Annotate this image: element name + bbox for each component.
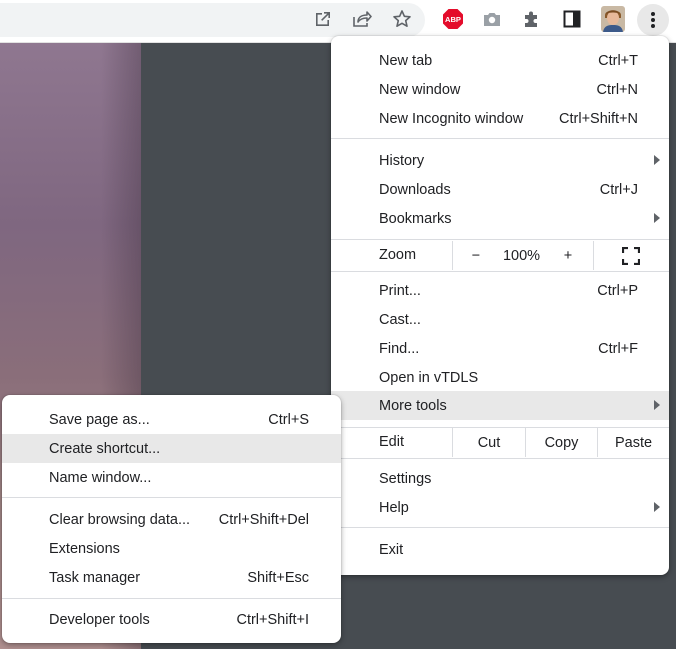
menu-item-label: Print...	[379, 282, 421, 299]
menu-item-shortcut: Ctrl+P	[597, 282, 638, 299]
menu-item-downloads[interactable]: Downloads Ctrl+J	[331, 175, 669, 204]
menu-item-find[interactable]: Find... Ctrl+F	[331, 334, 669, 363]
menu-item-shortcut: Ctrl+Shift+N	[559, 110, 638, 127]
submenu-arrow-icon	[654, 155, 660, 165]
menu-item-shortcut: Ctrl+T	[598, 52, 638, 69]
menu-item-label: New Incognito window	[379, 110, 524, 127]
menu-item-label: Open in vTDLS	[379, 369, 479, 386]
divider	[452, 241, 453, 270]
menu-separator	[2, 598, 341, 599]
menu-item-label: Create shortcut...	[49, 440, 161, 457]
submenu-item-extensions[interactable]: Extensions	[2, 534, 341, 563]
menu-separator	[331, 271, 669, 272]
menu-item-help[interactable]: Help	[331, 493, 669, 522]
submenu-item-clear-browsing-data[interactable]: Clear browsing data... Ctrl+Shift+Del	[2, 505, 341, 534]
menu-item-new-window[interactable]: New window Ctrl+N	[331, 75, 669, 104]
menu-item-label: Settings	[379, 470, 432, 487]
menu-item-shortcut: Ctrl+Shift+Del	[218, 511, 309, 528]
fullscreen-icon[interactable]	[613, 241, 649, 270]
edit-row: Edit Cut Copy Paste	[331, 428, 669, 457]
profile-avatar[interactable]	[601, 6, 625, 32]
menu-separator	[331, 239, 669, 240]
menu-separator	[2, 497, 341, 498]
menu-item-label: Developer tools	[49, 611, 150, 628]
menu-item-shortcut: Ctrl+F	[598, 340, 638, 357]
submenu-arrow-icon	[654, 213, 660, 223]
cut-button[interactable]: Cut	[453, 428, 525, 457]
menu-item-label: Exit	[379, 541, 404, 558]
menu-item-label: Cast...	[379, 311, 421, 328]
menu-item-exit[interactable]: Exit	[331, 535, 669, 564]
submenu-arrow-icon	[654, 502, 660, 512]
menu-item-open-in-app[interactable]: Open in vTDLS	[331, 363, 669, 392]
menu-item-more-tools[interactable]: More tools	[331, 391, 669, 420]
more-tools-submenu: Save page as... Ctrl+S Create shortcut..…	[2, 395, 341, 643]
menu-item-label: Task manager	[49, 569, 141, 586]
menu-item-label: History	[379, 152, 425, 169]
menu-item-print[interactable]: Print... Ctrl+P	[331, 276, 669, 305]
bookmark-star-icon[interactable]	[390, 7, 414, 31]
kebab-menu-icon[interactable]	[637, 4, 669, 36]
menu-item-label: Clear browsing data...	[49, 511, 191, 528]
menu-item-label: More tools	[379, 397, 447, 414]
menu-item-shortcut: Ctrl+Shift+I	[236, 611, 309, 628]
submenu-item-create-shortcut[interactable]: Create shortcut...	[2, 434, 341, 463]
submenu-item-name-window[interactable]: Name window...	[2, 463, 341, 492]
paste-button[interactable]: Paste	[598, 428, 669, 457]
adblock-plus-icon[interactable]: ABP	[441, 7, 465, 31]
abp-text: ABP	[445, 15, 461, 24]
menu-item-cast[interactable]: Cast...	[331, 305, 669, 334]
menu-item-label: New tab	[379, 52, 433, 69]
menu-item-label: Extensions	[49, 540, 120, 557]
menu-item-shortcut: Shift+Esc	[247, 569, 309, 586]
menu-separator	[331, 527, 669, 528]
menu-item-label: Bookmarks	[379, 210, 452, 227]
menu-item-shortcut: Ctrl+S	[268, 411, 309, 428]
zoom-row: Zoom − 100% +	[331, 241, 669, 270]
open-in-new-icon[interactable]	[311, 7, 335, 31]
chrome-main-menu: New tab Ctrl+T New window Ctrl+N New Inc…	[331, 36, 669, 575]
submenu-item-developer-tools[interactable]: Developer tools Ctrl+Shift+I	[2, 605, 341, 634]
share-icon[interactable]	[350, 7, 374, 31]
menu-item-label: Downloads	[379, 181, 451, 198]
menu-item-shortcut: Ctrl+J	[599, 181, 638, 198]
edit-label: Edit	[379, 434, 404, 450]
divider	[593, 241, 594, 270]
zoom-label: Zoom	[379, 247, 417, 263]
submenu-item-task-manager[interactable]: Task manager Shift+Esc	[2, 563, 341, 592]
menu-item-label: Name window...	[49, 469, 152, 486]
menu-item-settings[interactable]: Settings	[331, 464, 669, 493]
zoom-out-button[interactable]: −	[461, 241, 491, 270]
copy-button[interactable]: Copy	[526, 428, 597, 457]
submenu-item-save-page[interactable]: Save page as... Ctrl+S	[2, 405, 341, 434]
menu-item-label: Help	[379, 499, 409, 516]
menu-item-shortcut: Ctrl+N	[596, 81, 639, 98]
menu-separator	[331, 138, 669, 139]
zoom-level: 100%	[502, 247, 541, 264]
puzzle-extensions-icon[interactable]	[520, 7, 544, 31]
menu-item-new-incognito[interactable]: New Incognito window Ctrl+Shift+N	[331, 104, 669, 133]
camera-icon[interactable]	[480, 7, 504, 31]
side-panel-icon[interactable]	[560, 7, 584, 31]
menu-separator	[331, 458, 669, 459]
menu-item-label: Save page as...	[49, 411, 150, 428]
menu-item-bookmarks[interactable]: Bookmarks	[331, 204, 669, 233]
menu-item-new-tab[interactable]: New tab Ctrl+T	[331, 46, 669, 75]
zoom-in-button[interactable]: +	[553, 241, 583, 270]
menu-item-label: New window	[379, 81, 461, 98]
menu-item-label: Find...	[379, 340, 420, 357]
submenu-arrow-icon	[654, 400, 660, 410]
menu-item-history[interactable]: History	[331, 146, 669, 175]
